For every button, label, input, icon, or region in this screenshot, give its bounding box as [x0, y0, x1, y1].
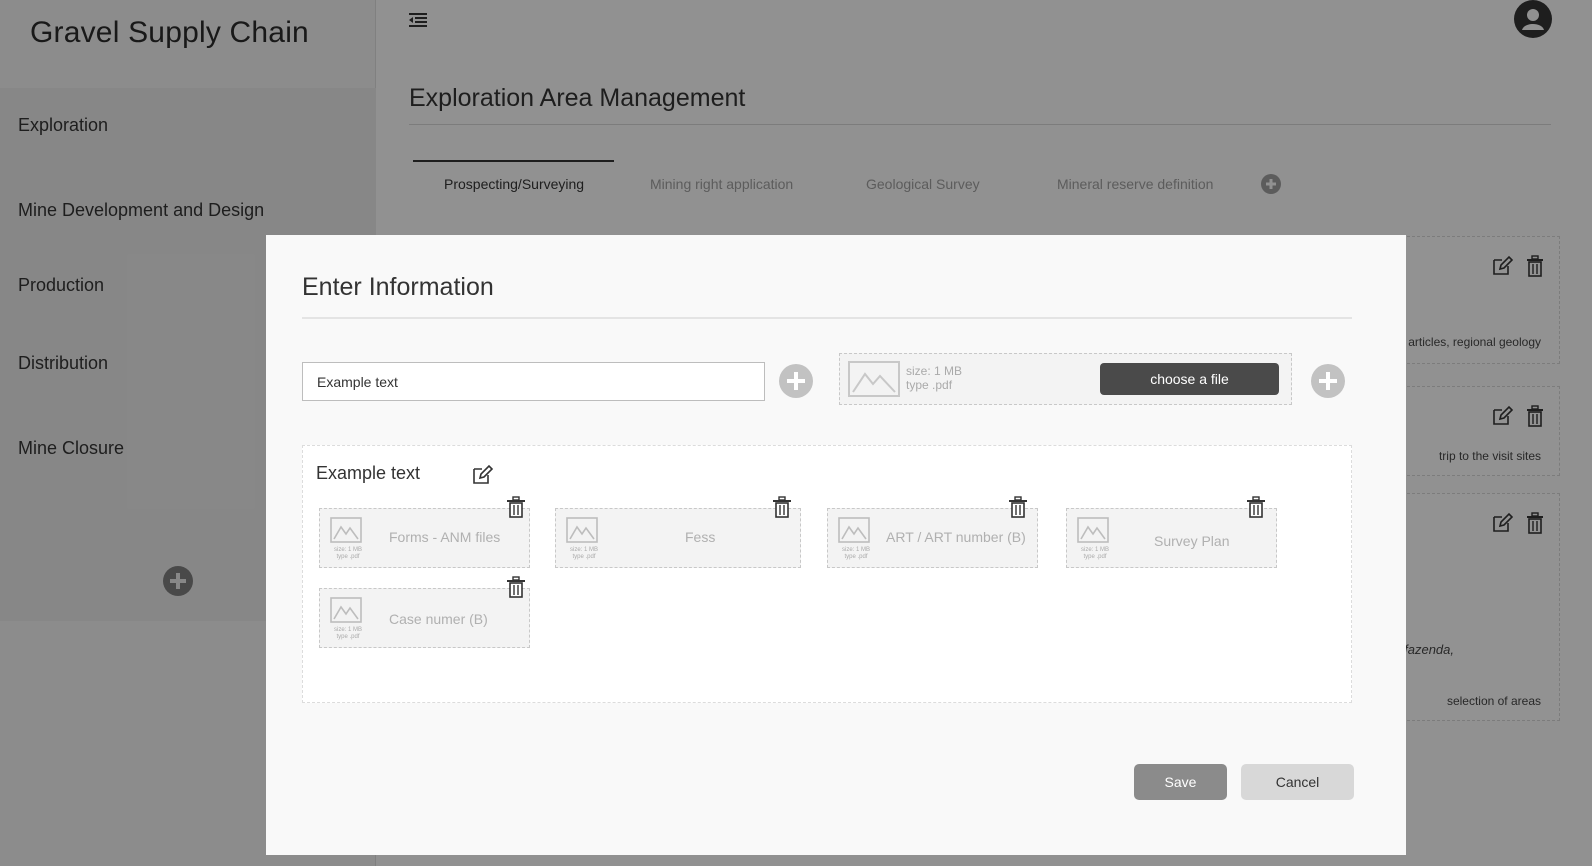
file-label: Fess	[685, 529, 716, 545]
file-card[interactable]: size: 1 MB type .pdf Forms - ANM files	[319, 496, 530, 568]
cancel-button[interactable]: Cancel	[1241, 764, 1354, 800]
image-placeholder-icon	[330, 597, 362, 628]
file-upload-dropzone[interactable]: size: 1 MB type .pdf choose a file	[839, 353, 1292, 405]
file-meta: size: 1 MB type .pdf	[328, 547, 368, 561]
file-type: type .pdf	[336, 554, 360, 560]
file-label: Forms - ANM files	[389, 529, 501, 545]
file-type: type .pdf	[844, 554, 868, 560]
image-placeholder-icon	[566, 517, 598, 548]
edit-icon[interactable]	[471, 464, 494, 491]
file-type: type .pdf	[336, 634, 360, 640]
save-button[interactable]: Save	[1134, 764, 1227, 800]
trash-icon[interactable]	[1008, 496, 1028, 523]
file-card[interactable]: size: 1 MB type .pdf ART / ART number (B)	[827, 496, 1038, 568]
enter-information-modal: Enter Information size: 1 MB type .pdf c…	[266, 235, 1406, 855]
file-meta: size: 1 MB type .pdf	[836, 547, 876, 561]
upload-type: type .pdf	[906, 378, 953, 392]
image-placeholder-icon	[838, 517, 870, 548]
trash-icon[interactable]	[1246, 496, 1266, 523]
file-type: type .pdf	[1083, 554, 1107, 560]
file-card[interactable]: size: 1 MB type .pdf Fess	[555, 496, 801, 568]
trash-icon[interactable]	[506, 576, 526, 603]
panel-title: Example text	[316, 463, 421, 483]
file-label: ART / ART number (B)	[886, 529, 1026, 545]
file-size: size: 1 MB	[333, 547, 362, 553]
file-size: size: 1 MB	[1080, 547, 1109, 553]
information-text-input[interactable]	[302, 362, 765, 401]
image-placeholder-icon	[330, 517, 362, 548]
modal-title: Enter Information	[302, 273, 494, 301]
file-size: size: 1 MB	[333, 627, 362, 633]
file-card[interactable]: size: 1 MB type .pdf Survey Plan	[1066, 496, 1277, 568]
add-field-icon[interactable]	[779, 364, 813, 403]
image-placeholder-icon	[1077, 517, 1109, 548]
add-upload-icon[interactable]	[1311, 364, 1345, 403]
upload-meta: size: 1 MB type .pdf	[906, 364, 962, 392]
file-meta: size: 1 MB type .pdf	[328, 627, 368, 641]
file-card[interactable]: size: 1 MB type .pdf Case numer (B)	[319, 576, 530, 648]
modal-divider	[302, 317, 1352, 319]
choose-file-button[interactable]: choose a file	[1100, 363, 1279, 395]
files-panel: Example text size: 1 MB type .pdf Forms -…	[302, 445, 1352, 703]
file-size: size: 1 MB	[569, 547, 598, 553]
file-size: size: 1 MB	[841, 547, 870, 553]
file-label: Survey Plan	[1154, 533, 1230, 549]
trash-icon[interactable]	[772, 496, 792, 523]
file-meta: size: 1 MB type .pdf	[1075, 547, 1115, 561]
file-meta: size: 1 MB type .pdf	[564, 547, 604, 561]
image-placeholder-icon	[848, 361, 900, 402]
upload-size: size: 1 MB	[906, 364, 963, 378]
file-label: Case numer (B)	[389, 611, 488, 627]
trash-icon[interactable]	[506, 496, 526, 523]
file-type: type .pdf	[572, 554, 596, 560]
